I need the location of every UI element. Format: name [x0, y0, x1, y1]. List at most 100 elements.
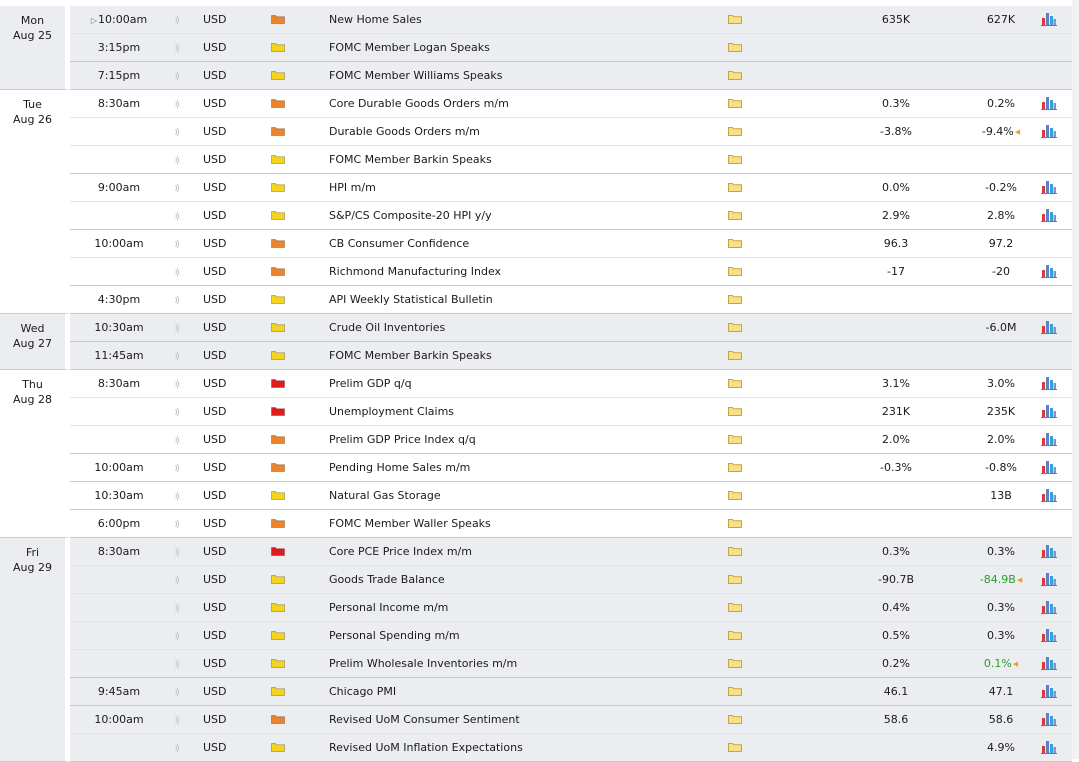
- detail-folder-icon[interactable]: [728, 462, 742, 472]
- event-row[interactable]: 8:30am USD Core Durable Goods Orders m/m 0.…: [70, 90, 1072, 118]
- event-row[interactable]: 10:30am USD Natural Gas Storage 13B: [70, 482, 1072, 510]
- bar-graph-icon[interactable]: [1041, 124, 1057, 138]
- detail-folder-icon[interactable]: [728, 686, 742, 696]
- event-row[interactable]: USD Durable Goods Orders m/m -3.8% -9.4%◀: [70, 118, 1072, 146]
- event-row[interactable]: ▷10:00am USD New Home Sales 635K 627K: [70, 6, 1072, 34]
- impact-folder-icon[interactable]: [271, 742, 285, 752]
- event-title[interactable]: Goods Trade Balance: [329, 566, 445, 593]
- event-row[interactable]: 6:00pm USD FOMC Member Waller Speaks: [70, 510, 1072, 538]
- event-row[interactable]: 9:00am USD HPI m/m 0.0% -0.2%: [70, 174, 1072, 202]
- bar-graph-icon[interactable]: [1041, 96, 1057, 110]
- detail-folder-icon[interactable]: [728, 238, 742, 248]
- bar-graph-icon[interactable]: [1041, 208, 1057, 222]
- event-row[interactable]: USD Goods Trade Balance -90.7B -84.9B◀: [70, 566, 1072, 594]
- impact-folder-icon[interactable]: [271, 98, 285, 108]
- event-title[interactable]: Personal Income m/m: [329, 594, 448, 621]
- sound-icon[interactable]: [171, 258, 181, 285]
- bar-graph-icon[interactable]: [1041, 432, 1057, 446]
- impact-folder-icon[interactable]: [271, 658, 285, 668]
- event-title[interactable]: API Weekly Statistical Bulletin: [329, 286, 493, 313]
- detail-folder-icon[interactable]: [728, 658, 742, 668]
- impact-folder-icon[interactable]: [271, 490, 285, 500]
- bar-graph-icon[interactable]: [1041, 572, 1057, 586]
- event-title[interactable]: Prelim GDP q/q: [329, 370, 412, 397]
- detail-folder-icon[interactable]: [728, 42, 742, 52]
- detail-folder-icon[interactable]: [728, 742, 742, 752]
- event-title[interactable]: HPI m/m: [329, 174, 376, 201]
- detail-folder-icon[interactable]: [728, 182, 742, 192]
- bar-graph-icon[interactable]: [1041, 684, 1057, 698]
- bar-graph-icon[interactable]: [1041, 320, 1057, 334]
- event-title[interactable]: Prelim Wholesale Inventories m/m: [329, 650, 517, 677]
- sound-icon[interactable]: [171, 230, 181, 257]
- impact-folder-icon[interactable]: [271, 546, 285, 556]
- event-row[interactable]: USD Prelim Wholesale Inventories m/m 0.2% 0…: [70, 650, 1072, 678]
- sound-icon[interactable]: [171, 510, 181, 537]
- impact-folder-icon[interactable]: [271, 294, 285, 304]
- impact-folder-icon[interactable]: [271, 238, 285, 248]
- revision-triangle-icon[interactable]: ◀: [1015, 128, 1020, 136]
- event-row[interactable]: USD Personal Income m/m 0.4% 0.3%: [70, 594, 1072, 622]
- impact-folder-icon[interactable]: [271, 518, 285, 528]
- impact-folder-icon[interactable]: [271, 378, 285, 388]
- sound-icon[interactable]: [171, 314, 181, 341]
- detail-folder-icon[interactable]: [728, 266, 742, 276]
- impact-folder-icon[interactable]: [271, 126, 285, 136]
- bar-graph-icon[interactable]: [1041, 180, 1057, 194]
- detail-folder-icon[interactable]: [728, 518, 742, 528]
- sound-icon[interactable]: [171, 118, 181, 145]
- impact-folder-icon[interactable]: [271, 182, 285, 192]
- event-row[interactable]: 11:45am USD FOMC Member Barkin Speaks: [70, 342, 1072, 370]
- event-title[interactable]: FOMC Member Barkin Speaks: [329, 146, 492, 173]
- sound-icon[interactable]: [171, 6, 181, 33]
- bar-graph-icon[interactable]: [1041, 656, 1057, 670]
- event-title[interactable]: Personal Spending m/m: [329, 622, 460, 649]
- sound-icon[interactable]: [171, 454, 181, 481]
- detail-folder-icon[interactable]: [728, 434, 742, 444]
- event-title[interactable]: Crude Oil Inventories: [329, 314, 445, 341]
- sound-icon[interactable]: [171, 398, 181, 425]
- event-row[interactable]: USD S&P/CS Composite-20 HPI y/y 2.9% 2.8%: [70, 202, 1072, 230]
- event-row[interactable]: 10:00am USD CB Consumer Confidence 96.3 97.2: [70, 230, 1072, 258]
- sound-icon[interactable]: [171, 34, 181, 61]
- sound-icon[interactable]: [171, 426, 181, 453]
- detail-folder-icon[interactable]: [728, 378, 742, 388]
- sound-icon[interactable]: [171, 678, 181, 705]
- detail-folder-icon[interactable]: [728, 154, 742, 164]
- bar-graph-icon[interactable]: [1041, 264, 1057, 278]
- detail-folder-icon[interactable]: [728, 322, 742, 332]
- event-title[interactable]: FOMC Member Waller Speaks: [329, 510, 491, 537]
- impact-folder-icon[interactable]: [271, 70, 285, 80]
- detail-folder-icon[interactable]: [728, 602, 742, 612]
- sound-icon[interactable]: [171, 650, 181, 677]
- impact-folder-icon[interactable]: [271, 210, 285, 220]
- event-title[interactable]: Natural Gas Storage: [329, 482, 441, 509]
- event-title[interactable]: Pending Home Sales m/m: [329, 454, 470, 481]
- event-row[interactable]: USD Richmond Manufacturing Index -17 -20: [70, 258, 1072, 286]
- impact-folder-icon[interactable]: [271, 574, 285, 584]
- detail-folder-icon[interactable]: [728, 490, 742, 500]
- event-title[interactable]: FOMC Member Williams Speaks: [329, 62, 503, 89]
- impact-folder-icon[interactable]: [271, 42, 285, 52]
- impact-folder-icon[interactable]: [271, 686, 285, 696]
- bar-graph-icon[interactable]: [1041, 712, 1057, 726]
- detail-folder-icon[interactable]: [728, 98, 742, 108]
- impact-folder-icon[interactable]: [271, 266, 285, 276]
- event-title[interactable]: Chicago PMI: [329, 678, 396, 705]
- sound-icon[interactable]: [171, 342, 181, 369]
- event-title[interactable]: Richmond Manufacturing Index: [329, 258, 501, 285]
- event-title[interactable]: Prelim GDP Price Index q/q: [329, 426, 476, 453]
- bar-graph-icon[interactable]: [1041, 488, 1057, 502]
- detail-folder-icon[interactable]: [728, 406, 742, 416]
- sound-icon[interactable]: [171, 482, 181, 509]
- detail-folder-icon[interactable]: [728, 714, 742, 724]
- detail-folder-icon[interactable]: [728, 126, 742, 136]
- detail-folder-icon[interactable]: [728, 210, 742, 220]
- event-row[interactable]: 4:30pm USD API Weekly Statistical Bulletin: [70, 286, 1072, 314]
- event-title[interactable]: Revised UoM Inflation Expectations: [329, 734, 523, 761]
- bar-graph-icon[interactable]: [1041, 404, 1057, 418]
- revision-triangle-icon[interactable]: ◀: [1013, 660, 1018, 668]
- detail-folder-icon[interactable]: [728, 70, 742, 80]
- event-title[interactable]: Core Durable Goods Orders m/m: [329, 90, 509, 117]
- event-row[interactable]: 10:00am USD Pending Home Sales m/m -0.3% -0.…: [70, 454, 1072, 482]
